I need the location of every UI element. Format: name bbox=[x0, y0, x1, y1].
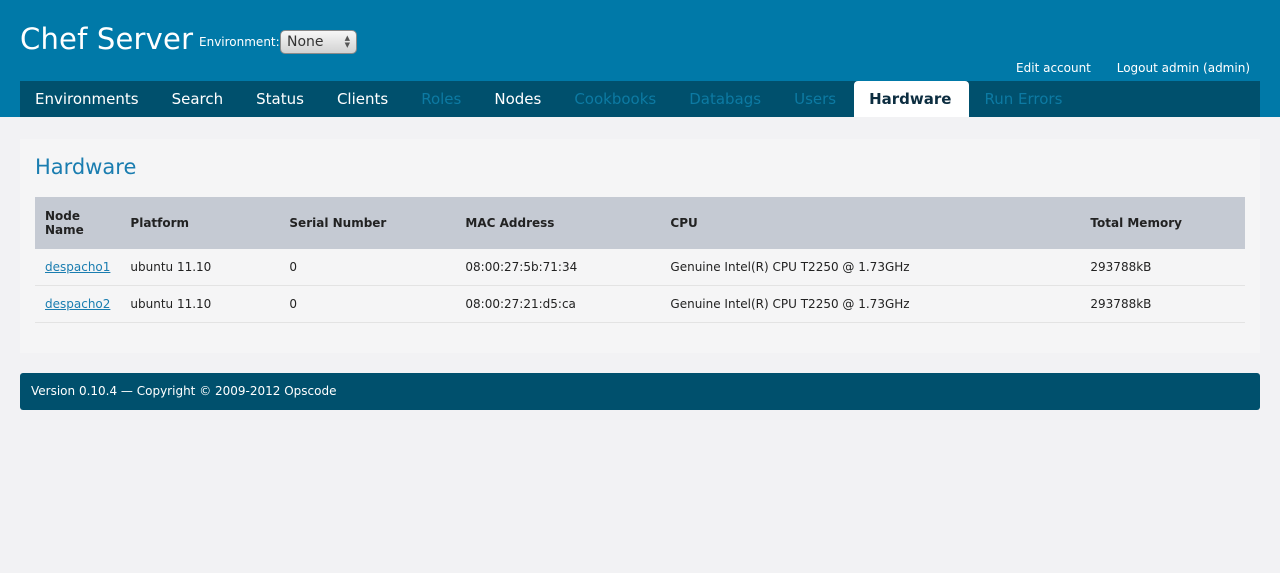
column-header-platform: Platform bbox=[120, 197, 280, 249]
nav-tab-roles[interactable]: Roles bbox=[406, 81, 479, 117]
environment-label: Environment: bbox=[199, 35, 280, 49]
serial-number-cell: 0 bbox=[279, 249, 456, 286]
hardware-table: Node Name Platform Serial Number MAC Add… bbox=[35, 197, 1245, 323]
cpu-cell: Genuine Intel(R) CPU T2250 @ 1.73GHz bbox=[660, 249, 1081, 286]
nav-tab-nodes[interactable]: Nodes bbox=[479, 81, 559, 117]
total-memory-cell: 293788kB bbox=[1080, 249, 1245, 286]
nav-tab-users[interactable]: Users bbox=[779, 81, 854, 117]
environment-select[interactable]: None ▲ ▼ bbox=[280, 30, 357, 54]
mac-address-cell: 08:00:27:5b:71:34 bbox=[455, 249, 661, 286]
logout-link[interactable]: Logout admin (admin) bbox=[1117, 61, 1250, 75]
select-arrows-icon: ▲ ▼ bbox=[344, 34, 350, 49]
nav-tab-databags[interactable]: Databags bbox=[674, 81, 779, 117]
node-link[interactable]: despacho1 bbox=[45, 260, 110, 274]
nav-tab-search[interactable]: Search bbox=[157, 81, 242, 117]
footer-copyright: Version 0.10.4 — Copyright © 2009-2012 O… bbox=[31, 384, 337, 398]
platform-cell: ubuntu 11.10 bbox=[120, 249, 280, 286]
node-link[interactable]: despacho2 bbox=[45, 297, 110, 311]
node-name-cell: despacho1 bbox=[35, 249, 121, 286]
node-name-cell: despacho2 bbox=[35, 285, 121, 323]
serial-number-cell: 0 bbox=[279, 285, 456, 323]
nav-tab-clients[interactable]: Clients bbox=[322, 81, 406, 117]
mac-address-cell: 08:00:27:21:d5:ca bbox=[455, 285, 661, 323]
nav-tab-hardware[interactable]: Hardware bbox=[854, 81, 970, 117]
user-links: Edit account Logout admin (admin) bbox=[994, 61, 1250, 75]
table-row: despacho1 ubuntu 11.10 0 08:00:27:5b:71:… bbox=[35, 249, 1245, 286]
nav-tab-status[interactable]: Status bbox=[241, 81, 322, 117]
nav-tab-run-errors[interactable]: Run Errors bbox=[969, 81, 1080, 117]
nav-tab-cookbooks[interactable]: Cookbooks bbox=[559, 81, 674, 117]
column-header-cpu: CPU bbox=[660, 197, 1081, 249]
column-header-total-memory: Total Memory bbox=[1080, 197, 1245, 249]
main-content: Hardware Node Name Platform Serial Numbe… bbox=[20, 139, 1260, 353]
app-header: Chef Server Environment: None ▲ ▼ Edit ac… bbox=[0, 0, 1280, 117]
column-header-serial-number: Serial Number bbox=[279, 197, 456, 249]
platform-cell: ubuntu 11.10 bbox=[120, 285, 280, 323]
table-header-row: Node Name Platform Serial Number MAC Add… bbox=[35, 197, 1245, 249]
column-header-mac-address: MAC Address bbox=[455, 197, 661, 249]
table-row: despacho2 ubuntu 11.10 0 08:00:27:21:d5:… bbox=[35, 285, 1245, 323]
app-title[interactable]: Chef Server bbox=[20, 22, 193, 56]
cpu-cell: Genuine Intel(R) CPU T2250 @ 1.73GHz bbox=[660, 285, 1081, 323]
total-memory-cell: 293788kB bbox=[1080, 285, 1245, 323]
environment-select-value: None bbox=[287, 34, 324, 50]
column-header-node-name: Node Name bbox=[35, 197, 121, 249]
page-title: Hardware bbox=[35, 155, 137, 179]
footer: Version 0.10.4 — Copyright © 2009-2012 O… bbox=[20, 373, 1260, 410]
nav-tab-environments[interactable]: Environments bbox=[20, 81, 157, 117]
edit-account-link[interactable]: Edit account bbox=[1016, 61, 1091, 75]
main-nav: Environments Search Status Clients Roles… bbox=[20, 81, 1260, 117]
